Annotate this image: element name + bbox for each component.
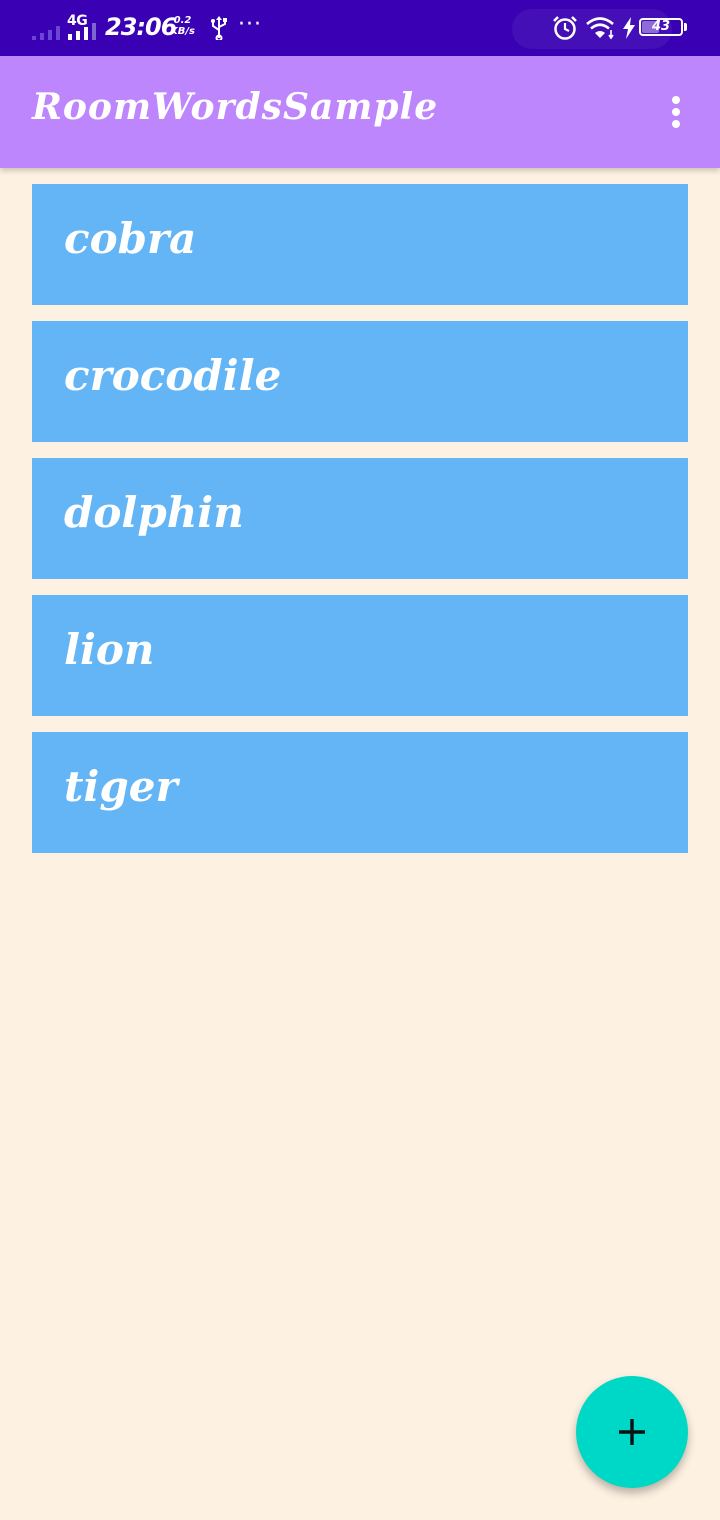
- net-speed-unit: KB/s: [170, 26, 195, 37]
- battery-tip: [684, 23, 687, 31]
- usb-icon: [211, 16, 227, 40]
- overflow-dot: [672, 108, 680, 116]
- add-word-button[interactable]: [576, 1376, 688, 1488]
- list-item[interactable]: lion: [32, 595, 688, 716]
- word-label: tiger: [64, 762, 178, 811]
- app-bar: RoomWordsSample: [0, 56, 720, 168]
- clock: 23:06: [105, 13, 177, 41]
- net-speed-value: 0.2: [173, 15, 192, 26]
- word-label: dolphin: [64, 488, 244, 537]
- charging-icon: [623, 17, 635, 39]
- list-item[interactable]: cobra: [32, 184, 688, 305]
- more-vert-icon[interactable]: [652, 86, 700, 138]
- more-notifications-icon: ···: [238, 12, 262, 37]
- list-item[interactable]: tiger: [32, 732, 688, 853]
- app-title: RoomWordsSample: [32, 86, 439, 128]
- overflow-dot: [672, 96, 680, 104]
- battery-level: 43: [651, 19, 671, 34]
- word-label: lion: [64, 625, 155, 674]
- wifi-icon: [586, 17, 614, 40]
- status-bar: 4G 23:06 0.2 KB/s ··· 43: [0, 0, 720, 56]
- word-list: cobra crocodile dolphin lion tiger: [32, 184, 688, 869]
- list-item[interactable]: dolphin: [32, 458, 688, 579]
- alarm-icon: [553, 16, 577, 40]
- add-icon: [619, 1419, 645, 1445]
- word-label: cobra: [64, 214, 197, 263]
- word-label: crocodile: [64, 351, 282, 400]
- network-type: 4G: [67, 13, 88, 29]
- list-item[interactable]: crocodile: [32, 321, 688, 442]
- net-speed: 0.2 KB/s: [170, 15, 195, 37]
- overflow-dot: [672, 120, 680, 128]
- battery-icon: 43: [639, 18, 683, 36]
